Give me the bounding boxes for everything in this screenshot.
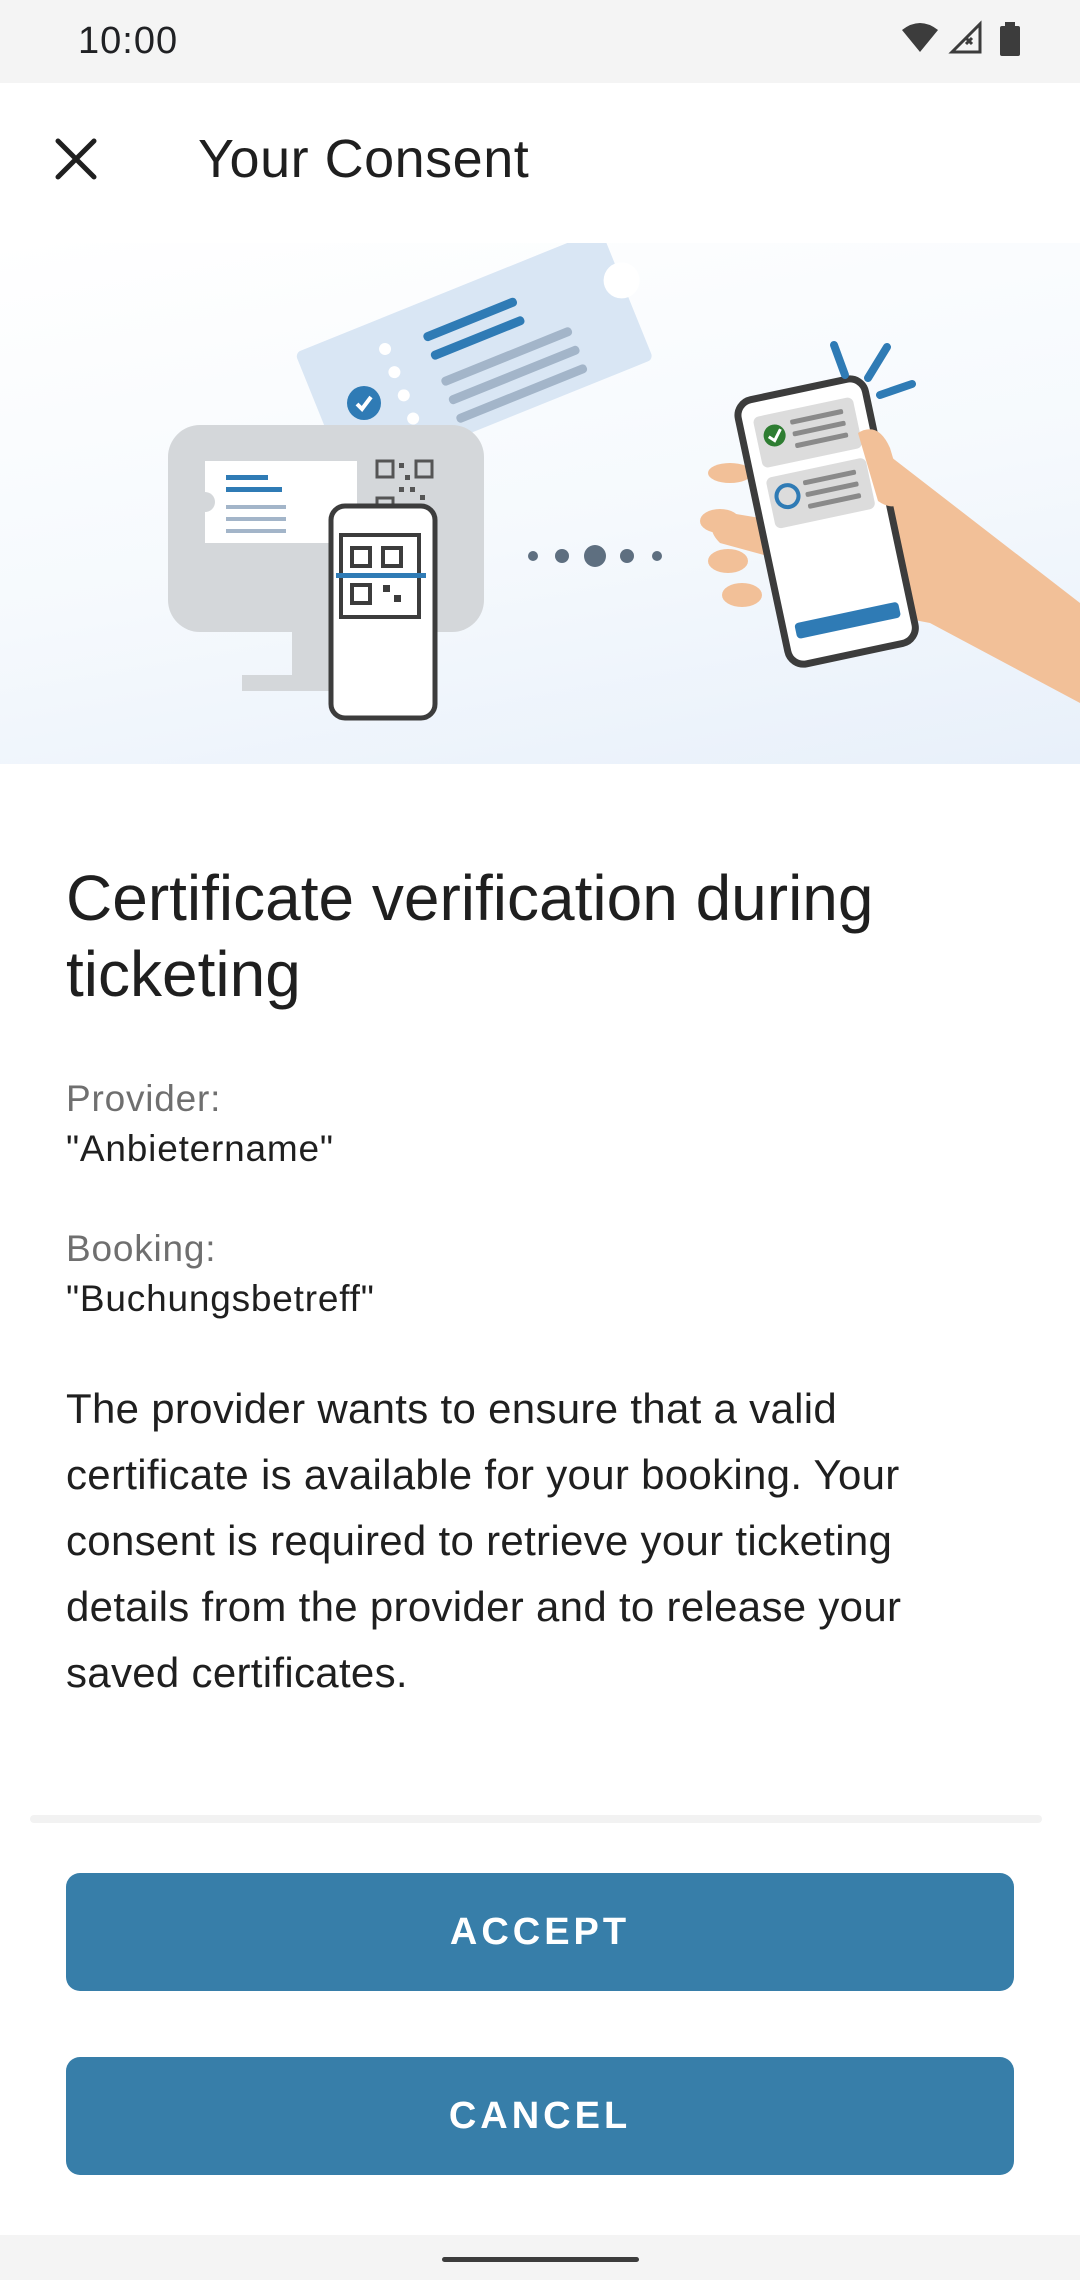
gesture-handle[interactable] bbox=[442, 2257, 639, 2262]
provider-block: Provider: "Anbietername" bbox=[66, 1074, 1016, 1174]
accept-button[interactable]: ACCEPT bbox=[66, 1873, 1014, 1991]
booking-value: "Buchungsbetreff" bbox=[66, 1278, 375, 1319]
action-panel: ACCEPT CANCEL bbox=[0, 1815, 1080, 2235]
consent-description: The provider wants to ensure that a vali… bbox=[66, 1385, 902, 1696]
scanner-phone-illustration bbox=[328, 503, 438, 721]
cellular-no-signal-icon bbox=[948, 20, 982, 54]
booking-block: Booking: "Buchungsbetreff" bbox=[66, 1224, 1016, 1324]
wifi-icon bbox=[902, 23, 938, 52]
connection-dots bbox=[528, 545, 662, 567]
booking-label: Booking: bbox=[66, 1228, 217, 1269]
close-icon bbox=[55, 138, 97, 180]
consent-content: Certificate verification during ticketin… bbox=[66, 860, 1016, 1706]
status-icons bbox=[902, 20, 1020, 56]
consent-screen: 10:00 Your Consent Certificate verificat… bbox=[0, 0, 1080, 2280]
verified-badge-icon bbox=[347, 386, 381, 420]
status-bar: 10:00 bbox=[0, 0, 1080, 83]
page-title: Your Consent bbox=[198, 129, 530, 189]
app-bar: Your Consent bbox=[0, 83, 1080, 243]
consent-heading: Certificate verification during ticketin… bbox=[66, 862, 874, 1010]
cancel-button[interactable]: CANCEL bbox=[66, 2057, 1014, 2175]
close-button[interactable] bbox=[36, 119, 116, 199]
held-phone-illustration bbox=[734, 375, 919, 668]
provider-label: Provider: bbox=[66, 1078, 222, 1119]
battery-icon bbox=[1000, 22, 1020, 56]
divider bbox=[30, 1815, 1042, 1823]
status-time: 10:00 bbox=[78, 20, 179, 62]
provider-value: "Anbietername" bbox=[66, 1128, 334, 1169]
consent-illustration bbox=[168, 243, 1080, 721]
navigation-bar bbox=[0, 2235, 1080, 2280]
hero-illustration bbox=[0, 243, 1080, 764]
